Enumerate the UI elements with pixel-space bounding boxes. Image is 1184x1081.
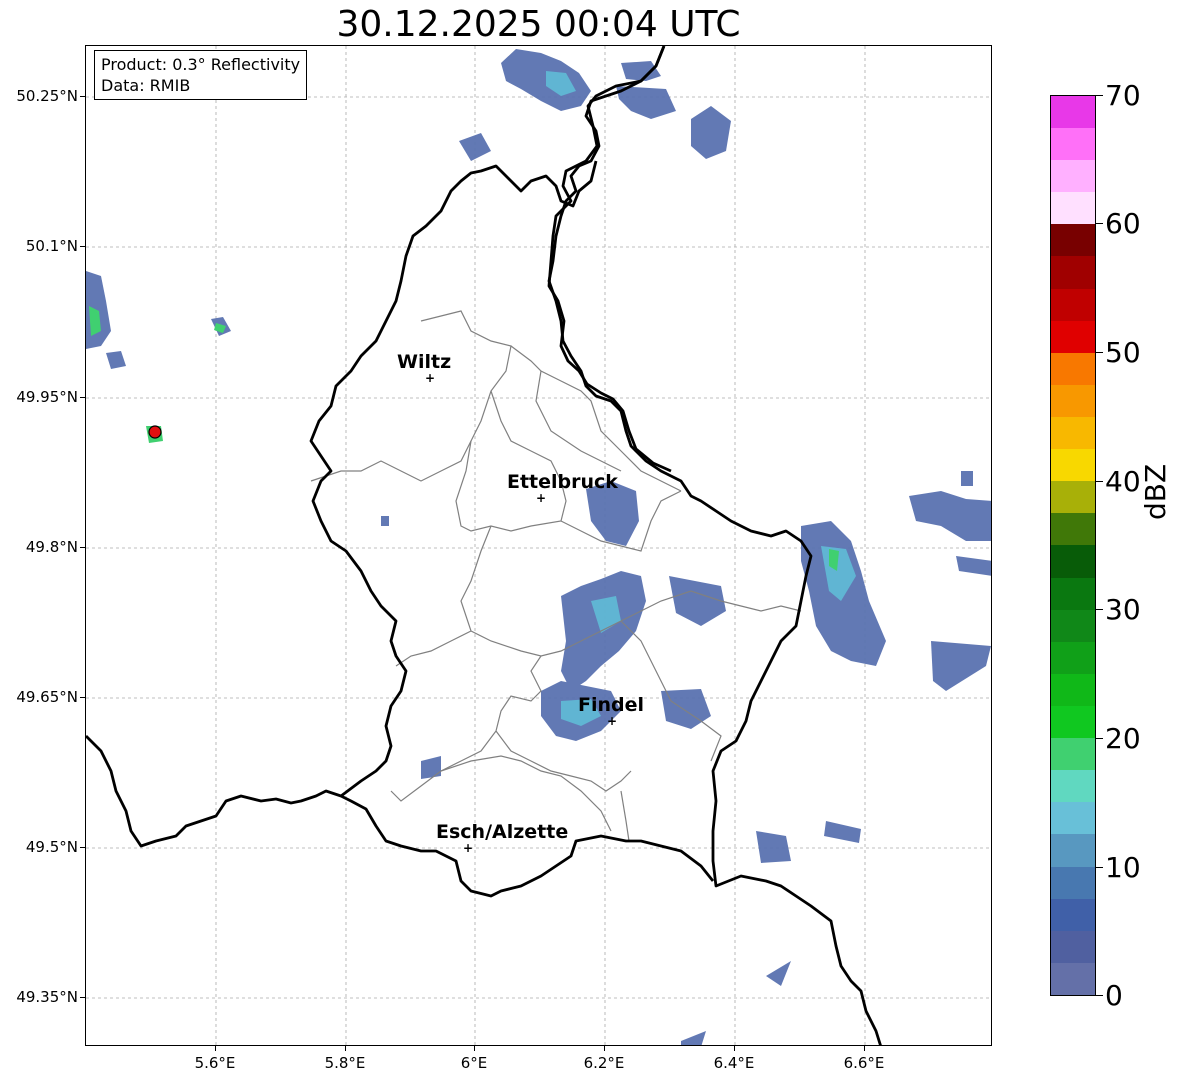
- lon-tick-label: 6.6°E: [843, 1054, 885, 1072]
- colorbar-segment: [1051, 95, 1095, 129]
- colorbar-segment: [1051, 192, 1095, 225]
- colorbar-tick-label: 60: [1105, 207, 1141, 240]
- colorbar-segment: [1051, 898, 1095, 931]
- colorbar-label: dBZ: [1139, 463, 1172, 520]
- colorbar-tick-mark: [1096, 481, 1103, 482]
- product-info-box: Product: 0.3° Reflectivity Data: RMIB: [94, 50, 308, 100]
- radar-site-marker: [148, 425, 162, 439]
- colorbar-tick-label: 0: [1105, 979, 1123, 1012]
- city-label-esch-alzette: Esch/Alzette: [436, 821, 569, 843]
- lat-tick-label: 49.5°N: [25, 838, 78, 856]
- lon-tick-label: 6.4°E: [713, 1054, 755, 1072]
- map-gridlines: [86, 46, 991, 1045]
- city-label-wiltz: Wiltz: [397, 351, 452, 373]
- colorbar-tick-mark: [1096, 95, 1103, 96]
- colorbar-segment: [1051, 641, 1095, 674]
- city-marker-icon: +: [536, 491, 547, 505]
- city-label-findel: Findel: [578, 694, 645, 716]
- city-marker-icon: +: [425, 371, 436, 385]
- city-marker-icon: +: [607, 714, 618, 728]
- colorbar-segment: [1051, 802, 1095, 835]
- colorbar-segment: [1051, 256, 1095, 289]
- radar-map[interactable]: [85, 45, 992, 1046]
- colorbar-segment: [1051, 834, 1095, 867]
- colorbar-segment: [1051, 609, 1095, 642]
- colorbar-segment: [1051, 417, 1095, 450]
- colorbar-segment: [1051, 288, 1095, 321]
- lon-tick-label: 5.6°E: [194, 1054, 236, 1072]
- data-source-label: Data: RMIB: [101, 76, 191, 95]
- colorbar-segment: [1051, 866, 1095, 899]
- colorbar-segment: [1051, 706, 1095, 739]
- radar-echoes: [86, 49, 991, 1045]
- lat-tick-label: 49.8°N: [25, 538, 78, 556]
- colorbar-segment: [1051, 128, 1095, 161]
- lat-tick-label: 49.65°N: [16, 688, 78, 706]
- lat-tick-label: 49.95°N: [16, 388, 78, 406]
- product-label: Product: 0.3° Reflectivity: [101, 55, 301, 74]
- colorbar-tick-mark: [1096, 609, 1103, 610]
- lon-tick-mark: [215, 1046, 216, 1051]
- lat-tick-label: 50.25°N: [16, 87, 78, 105]
- lon-tick-label: 6°E: [460, 1054, 488, 1072]
- colorbar-tick-mark: [1096, 738, 1103, 739]
- lon-tick-mark: [734, 1046, 735, 1051]
- colorbar-segment: [1051, 930, 1095, 963]
- colorbar-segment: [1051, 160, 1095, 193]
- lon-tick-label: 6.2°E: [583, 1054, 625, 1072]
- colorbar-tick-mark: [1096, 867, 1103, 868]
- colorbar-segment: [1051, 481, 1095, 514]
- colorbar-tick-label: 40: [1105, 465, 1141, 498]
- map-title: 30.12.2025 00:04 UTC: [336, 4, 741, 45]
- city-marker-icon: +: [463, 841, 474, 855]
- colorbar-segment: [1051, 384, 1095, 418]
- lon-tick-mark: [474, 1046, 475, 1051]
- colorbar-segment: [1051, 673, 1095, 707]
- colorbar-segment: [1051, 513, 1095, 546]
- lon-tick-label: 5.8°E: [324, 1054, 366, 1072]
- colorbar-segment: [1051, 449, 1095, 482]
- colorbar-segment: [1051, 320, 1095, 353]
- city-label-ettelbruck: Ettelbruck: [507, 471, 618, 493]
- colorbar-segment: [1051, 545, 1095, 578]
- colorbar-tick-label: 30: [1105, 593, 1141, 626]
- lon-tick-mark: [604, 1046, 605, 1051]
- colorbar-segment: [1051, 352, 1095, 385]
- lat-tick-label: 50.1°N: [25, 237, 78, 255]
- colorbar-segment: [1051, 770, 1095, 803]
- colorbar-tick-mark: [1096, 995, 1103, 996]
- colorbar-tick-label: 70: [1105, 79, 1141, 112]
- colorbar-tick-label: 20: [1105, 722, 1141, 755]
- colorbar-segment: [1051, 738, 1095, 771]
- lon-tick-mark: [345, 1046, 346, 1051]
- lat-tick-label: 49.35°N: [16, 988, 78, 1006]
- colorbar-segment: [1051, 577, 1095, 610]
- colorbar: [1050, 95, 1096, 996]
- colorbar-tick-label: 10: [1105, 851, 1141, 884]
- colorbar-tick-label: 50: [1105, 336, 1141, 369]
- colorbar-segment: [1051, 962, 1095, 995]
- colorbar-tick-mark: [1096, 223, 1103, 224]
- colorbar-tick-mark: [1096, 352, 1103, 353]
- lon-tick-mark: [864, 1046, 865, 1051]
- colorbar-segment: [1051, 224, 1095, 257]
